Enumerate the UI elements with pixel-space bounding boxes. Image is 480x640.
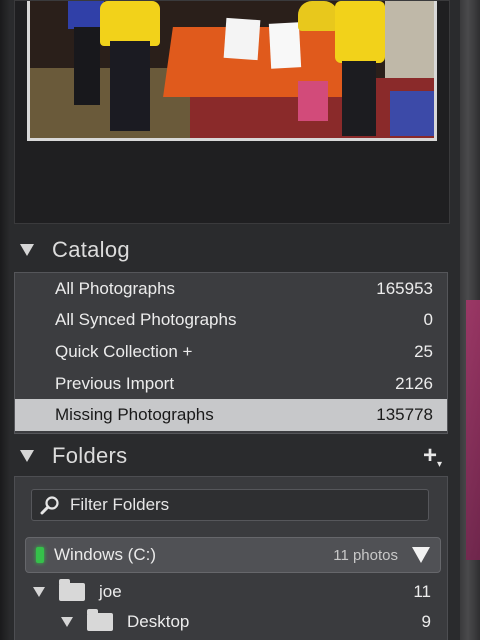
disclosure-triangle-icon[interactable] xyxy=(20,244,34,256)
volume-status-indicator xyxy=(36,547,44,563)
catalog-item-quick-collection[interactable]: Quick Collection + 25 xyxy=(15,336,447,368)
folder-count: 11 xyxy=(413,582,431,601)
filter-folders-input[interactable] xyxy=(70,495,390,515)
catalog-list: All Photographs 165953 All Synced Photog… xyxy=(14,272,448,434)
filter-folders-field[interactable] xyxy=(31,489,429,521)
catalog-item-all-synced-photographs[interactable]: All Synced Photographs 0 xyxy=(15,305,447,337)
volume-photo-count: 11 photos xyxy=(333,546,398,564)
folder-row-joe[interactable]: joe 11 xyxy=(15,577,449,607)
catalog-item-label: All Synced Photographs xyxy=(55,310,237,330)
catalog-item-count: 0 xyxy=(423,310,433,330)
background-window xyxy=(466,300,480,560)
catalog-item-label: Previous Import xyxy=(55,373,175,393)
folder-name: Desktop xyxy=(127,612,190,631)
catalog-item-count: 25 xyxy=(414,341,433,361)
window-edge xyxy=(0,0,10,640)
volume-windows-c[interactable]: Windows (C:) 11 photos xyxy=(25,537,441,573)
folder-name: joe xyxy=(99,582,122,601)
disclosure-triangle-icon[interactable] xyxy=(61,617,73,627)
volume-dropdown-icon[interactable] xyxy=(412,547,430,563)
volume-name: Windows (C:) xyxy=(54,545,157,564)
plus-icon: + xyxy=(422,442,437,469)
disclosure-triangle-icon[interactable] xyxy=(20,450,34,462)
folders-panel: Windows (C:) 11 photos joe 11 Desktop 9 xyxy=(14,476,448,640)
folders-panel-header[interactable]: Folders +▾ xyxy=(14,438,450,474)
folder-count: 9 xyxy=(421,612,431,631)
navigator-panel xyxy=(14,0,450,224)
disclosure-triangle-icon[interactable] xyxy=(33,587,45,597)
chevron-down-icon: ▾ xyxy=(436,459,442,470)
folder-row-desktop[interactable]: Desktop 9 xyxy=(15,607,449,637)
folders-title: Folders xyxy=(52,443,128,468)
folder-icon xyxy=(87,609,113,631)
folder-icon xyxy=(59,579,85,601)
catalog-item-count: 135778 xyxy=(376,405,433,425)
right-bezel xyxy=(460,0,480,640)
catalog-item-count: 2126 xyxy=(395,373,433,393)
catalog-title: Catalog xyxy=(52,237,130,262)
catalog-item-label: Missing Photographs xyxy=(55,405,214,425)
add-folder-button[interactable]: +▾ xyxy=(423,442,442,470)
search-icon xyxy=(40,495,60,515)
catalog-item-missing-photographs[interactable]: Missing Photographs 135778 xyxy=(15,399,447,431)
catalog-panel-header[interactable]: Catalog xyxy=(14,232,450,268)
catalog-item-label: All Photographs xyxy=(55,278,176,298)
catalog-item-all-photographs[interactable]: All Photographs 165953 xyxy=(15,273,447,305)
catalog-item-count: 165953 xyxy=(376,278,433,298)
navigator-preview-image[interactable] xyxy=(27,1,437,141)
catalog-item-label: Quick Collection + xyxy=(55,341,193,361)
catalog-item-previous-import[interactable]: Previous Import 2126 xyxy=(15,368,447,400)
